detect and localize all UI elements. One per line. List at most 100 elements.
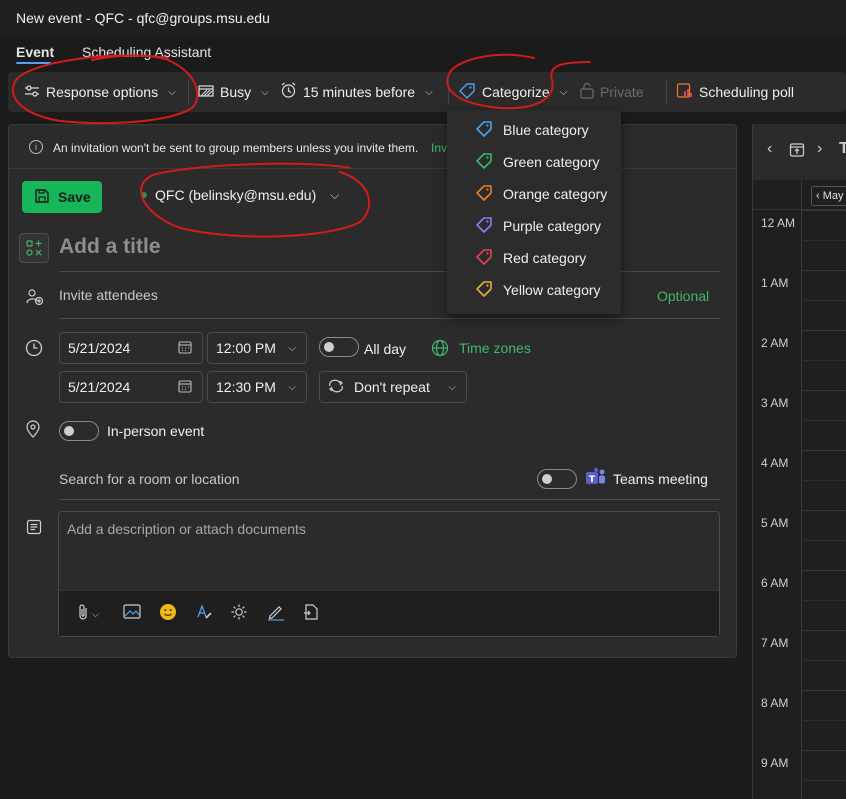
end-time-value: 12:30 PM [216, 379, 276, 395]
format-text-button[interactable] [193, 603, 215, 625]
paperclip-icon [77, 603, 89, 626]
chevron-down-icon: ⌵ [330, 187, 340, 202]
category-label: Red category [503, 250, 587, 266]
hour-label: 7 AM [761, 636, 789, 650]
loop-document-icon [303, 603, 319, 626]
hour-label: 5 AM [761, 516, 789, 530]
loop-component-button[interactable] [300, 603, 322, 625]
format-painter-icon [195, 603, 213, 626]
category-item-orange[interactable]: Orange category [475, 178, 607, 210]
chevron-down-icon: ⌵ [92, 608, 99, 619]
attach-file-button[interactable]: ⌵ [71, 603, 105, 625]
all-day-toggle[interactable] [319, 337, 359, 357]
chevron-right-icon[interactable]: › [817, 140, 822, 158]
calendar-account-selector[interactable]: QFC (belinsky@msu.edu) ⌵ [141, 187, 339, 203]
scheduling-poll-label: Scheduling poll [699, 84, 794, 100]
start-time-picker[interactable]: 12:00 PM ⌵ [207, 332, 307, 364]
account-color-dot [141, 192, 147, 198]
in-person-event-toggle[interactable] [59, 421, 99, 441]
event-title-input[interactable]: Add a title [59, 235, 161, 259]
end-date-picker[interactable]: 5/21/2024 [59, 371, 203, 403]
reminder-dropdown[interactable]: 15 minutes before ⌵ [280, 72, 433, 112]
chevron-down-icon: ⌵ [559, 86, 568, 98]
signature-button[interactable] [265, 603, 287, 625]
start-date-value: 5/21/2024 [68, 340, 131, 356]
hour-label: 9 AM [761, 756, 789, 770]
emoji-smile-icon [159, 603, 177, 626]
half-hour-gridline [801, 480, 846, 481]
half-hour-gridline [801, 660, 846, 661]
toolbar-divider [448, 80, 449, 104]
description-editor[interactable]: Add a description or attach documents ⌵ [58, 511, 720, 637]
half-hour-gridline [801, 240, 846, 241]
image-icon [123, 604, 141, 624]
half-hour-gridline [801, 420, 846, 421]
go-to-today-icon[interactable] [789, 142, 805, 161]
info-icon: i [29, 140, 43, 154]
invite-attendees-input[interactable]: Invite attendees [59, 287, 158, 303]
chevron-left-icon[interactable]: ‹ [767, 140, 772, 158]
response-options-label: Response options [46, 84, 159, 100]
emoji-button[interactable] [157, 603, 179, 625]
response-options-button[interactable]: Response options ⌵ [24, 72, 176, 112]
half-hour-gridline [801, 360, 846, 361]
description-toolbar: ⌵ [59, 590, 719, 636]
poll-chart-icon [676, 82, 693, 102]
tab-event[interactable]: Event [16, 44, 54, 60]
category-item-green[interactable]: Green category [475, 146, 600, 178]
green-tag-icon [475, 152, 493, 173]
red-tag-icon [475, 248, 493, 269]
sliders-icon [24, 83, 40, 102]
calendar-icon [178, 379, 192, 396]
day-view-calendar: ‹ › T ‹ May 12 AM 1 AM 2 AM 3 AM 4 AM 5 AM 6 A… [752, 124, 846, 799]
hour-label: 12 AM [761, 216, 796, 230]
optional-attendees-link[interactable]: Optional [657, 288, 709, 304]
end-time-picker[interactable]: 12:30 PM ⌵ [207, 371, 307, 403]
category-item-purple[interactable]: Purple category [475, 210, 601, 242]
event-type-icon[interactable] [19, 233, 49, 263]
hour-gridline [801, 510, 846, 511]
sun-icon [230, 603, 248, 626]
location-search-input[interactable]: Search for a room or location [59, 471, 240, 487]
hour-gridline [801, 270, 846, 271]
tab-bar: Event Scheduling Assistant [0, 36, 846, 68]
reminder-label: 15 minutes before [303, 84, 416, 100]
hour-gridline [801, 630, 846, 631]
chevron-down-icon: ⌵ [288, 381, 296, 393]
location-pin-icon [23, 419, 43, 439]
category-item-yellow[interactable]: Yellow category [475, 274, 601, 306]
hour-label: 4 AM [761, 456, 789, 470]
category-item-red[interactable]: Red category [475, 242, 586, 274]
tab-scheduling-assistant[interactable]: Scheduling Assistant [82, 44, 211, 60]
hour-gridline [801, 750, 846, 751]
toolbar-divider [666, 80, 667, 104]
scheduling-poll-button[interactable]: Scheduling poll [676, 72, 794, 112]
floppy-disk-icon [34, 188, 50, 207]
calendar-subheader: ‹ May [753, 180, 846, 210]
save-button[interactable]: Save [22, 181, 102, 213]
globe-icon [430, 338, 450, 358]
designer-button[interactable] [228, 603, 250, 625]
half-hour-gridline [801, 720, 846, 721]
chevron-down-icon: ⌵ [425, 86, 433, 98]
save-label: Save [58, 189, 91, 205]
hour-gridline [801, 690, 846, 691]
start-date-picker[interactable]: 5/21/2024 [59, 332, 203, 364]
invite-link[interactable]: Inv [431, 141, 447, 155]
category-label: Yellow category [503, 282, 601, 298]
categorize-dropdown[interactable]: Categorize ⌵ [458, 72, 567, 112]
show-as-label: Busy [220, 84, 252, 100]
show-as-dropdown[interactable]: Busy ⌵ [198, 72, 269, 112]
repeat-dropdown[interactable]: Don't repeat ⌵ [319, 371, 467, 403]
private-label: Private [600, 84, 644, 100]
private-button[interactable]: Private [580, 72, 644, 112]
time-gutter-divider [801, 180, 802, 799]
month-navigator[interactable]: ‹ May [811, 186, 846, 206]
time-zones-link[interactable]: Time zones [459, 340, 531, 356]
description-placeholder: Add a description or attach documents [67, 521, 306, 537]
teams-meeting-toggle[interactable] [537, 469, 577, 489]
category-item-blue[interactable]: Blue category [475, 114, 589, 146]
tag-icon [458, 82, 476, 103]
insert-picture-button[interactable] [121, 603, 143, 625]
category-label: Purple category [503, 218, 602, 234]
